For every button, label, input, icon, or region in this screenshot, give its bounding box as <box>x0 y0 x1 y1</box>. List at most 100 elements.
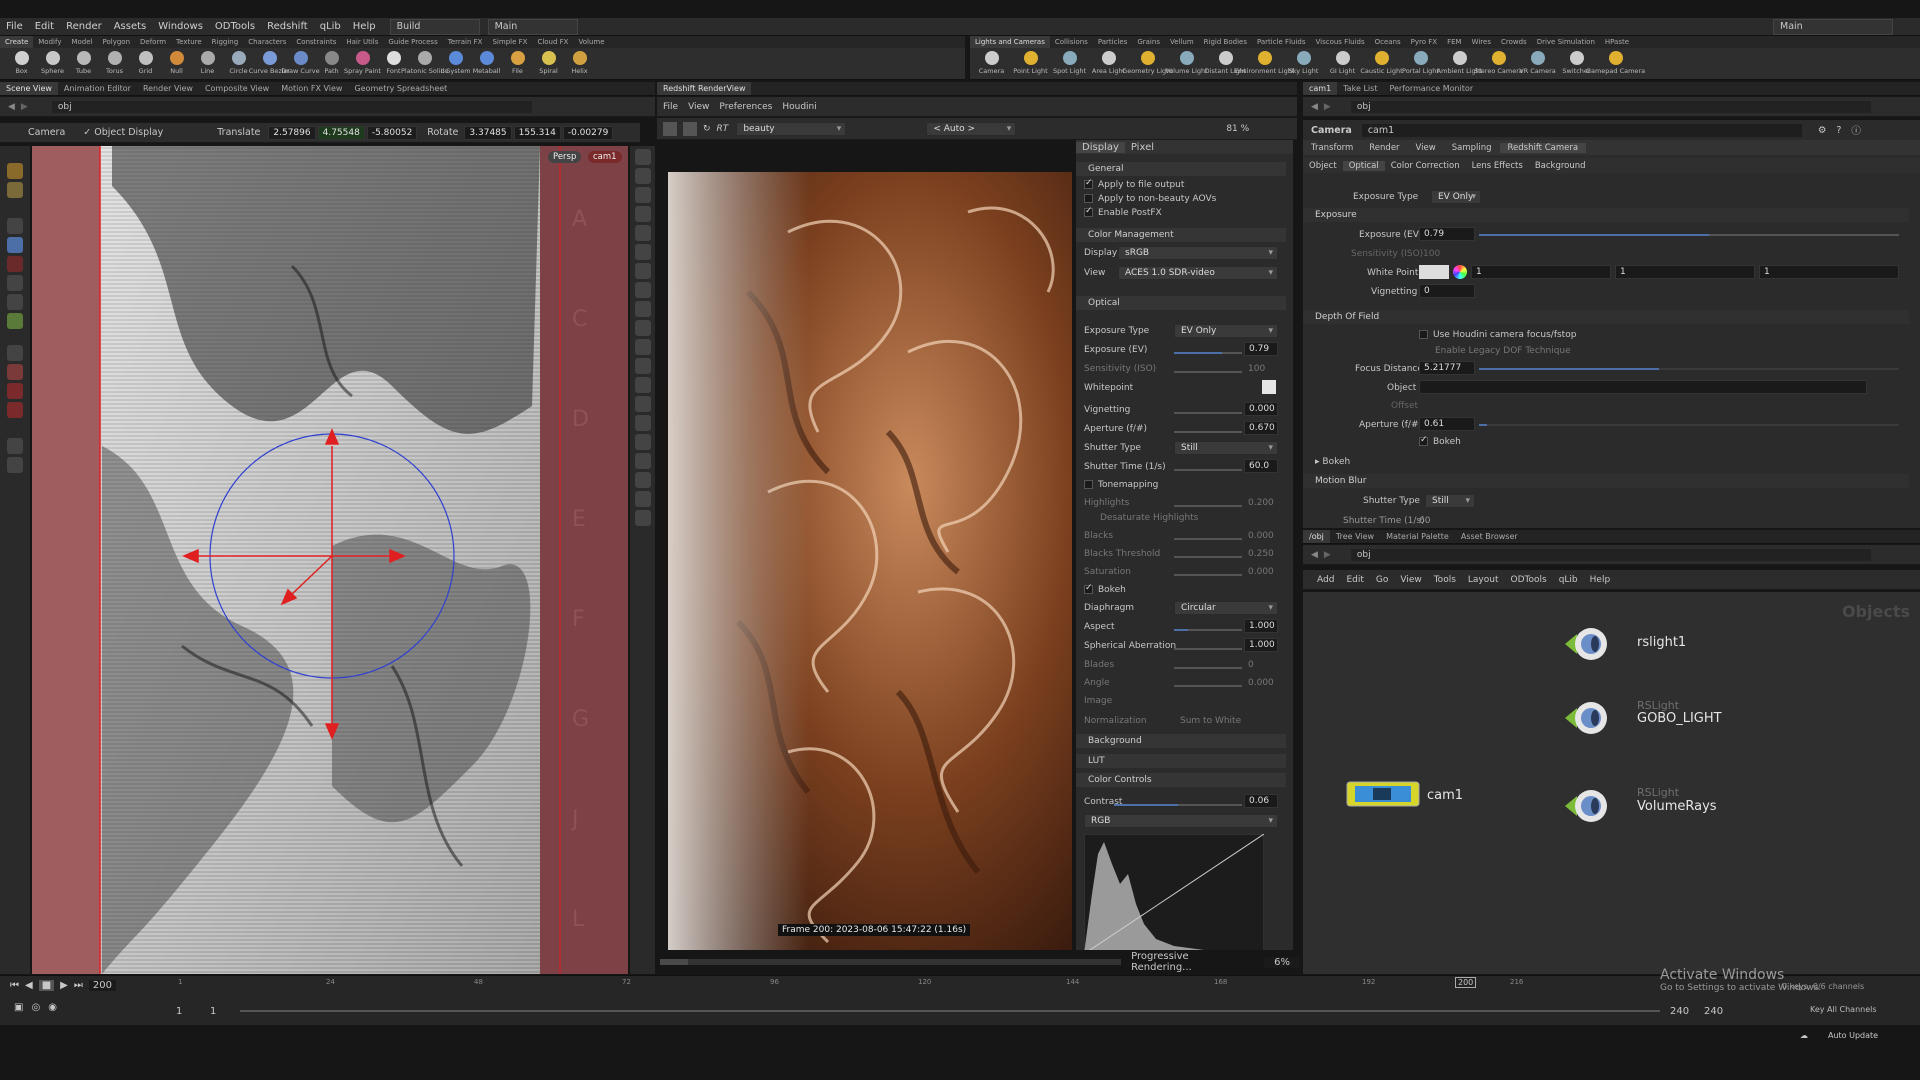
shelf-tool-tube[interactable]: Tube <box>68 48 99 79</box>
saturation-value[interactable]: 0.000 <box>1248 567 1274 577</box>
display-option-icon[interactable] <box>634 187 651 203</box>
shelf-tab[interactable]: Crowds <box>1496 36 1532 48</box>
tab-animation-editor[interactable]: Animation Editor <box>58 82 137 95</box>
auto-update-status[interactable]: ☁ Auto Update <box>1800 1027 1878 1043</box>
display-option-icon[interactable] <box>634 168 651 184</box>
network-editor[interactable]: Objects rslight1 RSLight GOBO_LIGHT RSLi… <box>1303 592 1920 974</box>
play-icon[interactable]: ▶ <box>60 980 68 991</box>
playbar-option-icon[interactable]: ▣ <box>14 1002 23 1013</box>
shelf-tab[interactable]: Wires <box>1467 36 1496 48</box>
shelf-tab[interactable]: Oceans <box>1370 36 1406 48</box>
range-end2-field[interactable]: 240 <box>1704 1006 1723 1017</box>
tab-motion-fx-view[interactable]: Motion FX View <box>275 82 348 95</box>
tab-obj[interactable]: /obj <box>1303 530 1330 543</box>
blades-value[interactable]: 0 <box>1248 660 1254 670</box>
display-option-icon[interactable] <box>634 206 651 222</box>
rv-menu-file[interactable]: File <box>663 102 678 112</box>
aperture-slider[interactable] <box>1174 431 1242 433</box>
bokeh-checkbox[interactable]: Bokeh <box>1084 583 1126 595</box>
shelf-tab[interactable]: Deform <box>135 36 171 48</box>
light-node-icon[interactable] <box>1565 622 1609 666</box>
focus-distance-slider[interactable] <box>1479 368 1899 370</box>
shelf-tab[interactable]: Guide Process <box>383 36 442 48</box>
camera-node-icon[interactable] <box>1345 778 1421 812</box>
info-icon[interactable]: ⓘ <box>1851 123 1861 137</box>
range-slider[interactable] <box>240 1010 1660 1012</box>
shelf-tab[interactable]: Terrain FX <box>443 36 488 48</box>
net-menu-tools[interactable]: Tools <box>1434 575 1456 585</box>
render-stop-icon[interactable] <box>683 121 697 136</box>
cam-white-point-r[interactable]: 1 <box>1471 265 1611 279</box>
shelf-tool-path[interactable]: Path <box>316 48 347 79</box>
shelf-tool-file[interactable]: File <box>502 48 533 79</box>
rotate-tool-icon[interactable] <box>7 256 23 272</box>
net-menu-help[interactable]: Help <box>1590 575 1611 585</box>
shelf-tab[interactable]: Cloud FX <box>532 36 573 48</box>
cam-white-point-g[interactable]: 1 <box>1615 265 1755 279</box>
aperture-field[interactable]: 0.670 <box>1244 421 1278 435</box>
contrast-slider[interactable] <box>1114 804 1242 806</box>
tab-pixel[interactable]: Pixel <box>1125 142 1160 153</box>
display-option-icon[interactable] <box>634 149 651 165</box>
diaphragm-dropdown[interactable]: Circular <box>1174 601 1278 615</box>
tab-render[interactable]: Render <box>1361 143 1407 153</box>
exposure-ev-field[interactable]: 0.79 <box>1244 342 1278 356</box>
menu-edit[interactable]: Edit <box>29 18 60 36</box>
node-name-field[interactable]: cam1 <box>1361 123 1802 137</box>
shelf-tool-sky-light[interactable]: Sky Light <box>1284 48 1323 79</box>
network-path-field[interactable]: obj <box>51 100 532 113</box>
sensitivity-slider[interactable] <box>1174 371 1242 373</box>
spherical-aberration-slider[interactable] <box>1174 648 1242 650</box>
tab-take-list[interactable]: Take List <box>1337 82 1383 95</box>
aspect-slider[interactable] <box>1174 629 1242 631</box>
visibility-tool-icon[interactable] <box>7 438 23 454</box>
display-option-icon[interactable] <box>634 510 651 526</box>
exposure-type-dropdown[interactable]: EV Only <box>1174 324 1278 338</box>
back-arrow-icon[interactable]: ◀ <box>8 102 15 112</box>
forward-arrow-icon[interactable]: ▶ <box>1324 102 1331 112</box>
shelf-tab[interactable]: Collisions <box>1050 36 1093 48</box>
tab-sampling[interactable]: Sampling <box>1444 143 1500 153</box>
cam-white-point-b[interactable]: 1 <box>1759 265 1899 279</box>
menu-render[interactable]: Render <box>60 18 108 36</box>
apply-nonbeauty-checkbox[interactable]: Apply to non-beauty AOVs <box>1084 194 1216 204</box>
shelf-tab[interactable]: Grains <box>1132 36 1165 48</box>
shelf-tool-gi-light[interactable]: GI Light <box>1323 48 1362 79</box>
shelf-tool-vr-camera[interactable]: VR Camera <box>1518 48 1557 79</box>
section-color-controls[interactable]: Color Controls <box>1076 773 1286 787</box>
range-start-field[interactable]: 1 <box>176 1006 182 1017</box>
shelf-tool-line[interactable]: Line <box>192 48 223 79</box>
zoom-level[interactable]: 81 % <box>1226 124 1249 134</box>
shutter-time-slider[interactable] <box>1174 469 1242 471</box>
shelf-tab[interactable]: Rigid Bodies <box>1199 36 1252 48</box>
scene-viewport[interactable]: A C D E F G J L Persp cam1 <box>32 146 628 974</box>
snap-tool-icon[interactable] <box>7 402 23 418</box>
render-start-icon[interactable] <box>663 121 677 136</box>
select-tool-icon[interactable] <box>7 163 23 179</box>
aov-dropdown[interactable]: beauty <box>736 121 847 136</box>
net-menu-layout[interactable]: Layout <box>1468 575 1499 585</box>
color-wheel-icon[interactable] <box>1453 265 1467 279</box>
shelf-tab[interactable]: Lights and Cameras <box>970 36 1050 48</box>
viewport-camera-label[interactable]: Camera <box>28 127 65 138</box>
shelf-tab[interactable]: HPaste <box>1600 36 1634 48</box>
rv-menu-houdini[interactable]: Houdini <box>782 102 816 112</box>
node-rslight1[interactable]: rslight1 <box>1637 635 1686 650</box>
channel-dropdown[interactable]: RGB <box>1084 814 1278 828</box>
display-option-icon[interactable] <box>634 339 651 355</box>
camera-view-button[interactable]: cam1 <box>588 151 622 163</box>
net-menu-edit[interactable]: Edit <box>1346 575 1363 585</box>
shelf-tool-null[interactable]: Null <box>161 48 192 79</box>
shelf-tab[interactable]: Model <box>66 36 97 48</box>
cam-shutter-type-dropdown[interactable]: Still <box>1425 494 1475 508</box>
back-arrow-icon[interactable]: ◀ <box>1311 550 1318 560</box>
net-menu-odtools[interactable]: ODTools <box>1511 575 1547 585</box>
gear-icon[interactable]: ⚙ <box>1818 125 1827 136</box>
focus-distance-field[interactable]: 5.21777 <box>1419 361 1475 375</box>
cam-section-exposure[interactable]: Exposure <box>1303 208 1909 222</box>
display-option-icon[interactable] <box>634 453 651 469</box>
cook-tool-icon[interactable] <box>7 457 23 473</box>
cam-white-point-swatch[interactable] <box>1419 265 1449 279</box>
tab-view[interactable]: View <box>1408 143 1444 153</box>
menu-redshift[interactable]: Redshift <box>261 18 314 36</box>
